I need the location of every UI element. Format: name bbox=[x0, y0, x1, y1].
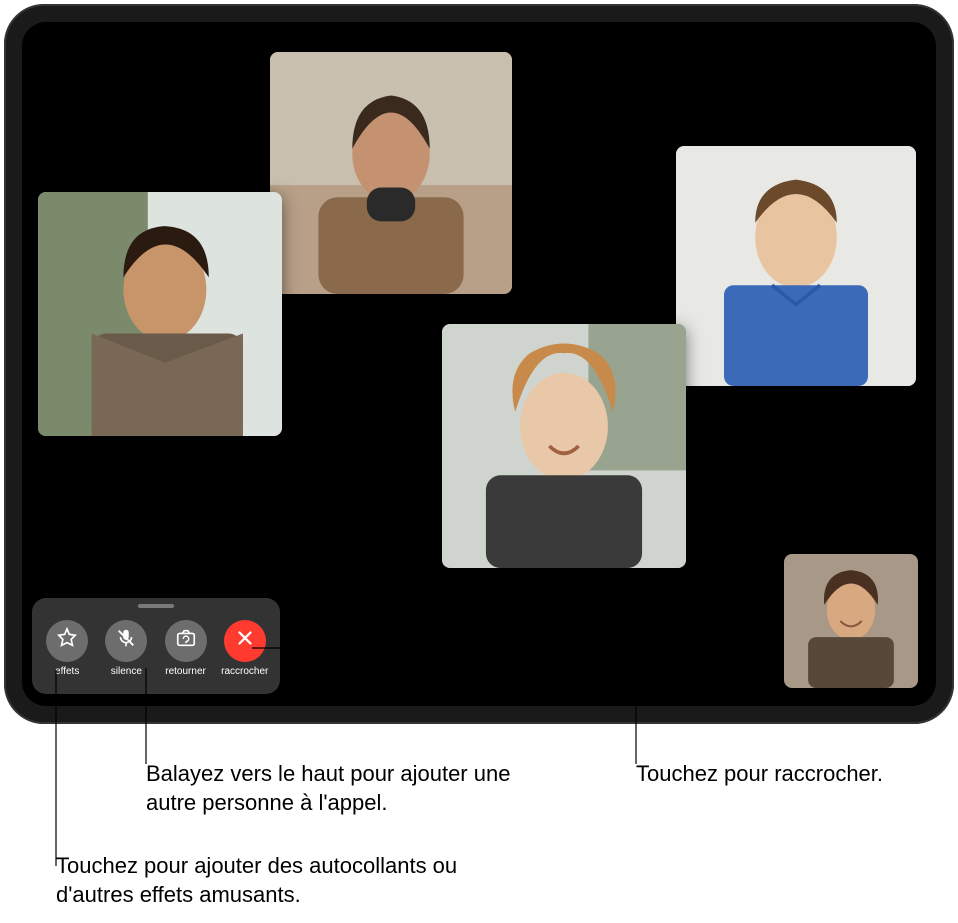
end-label: raccrocher bbox=[221, 666, 268, 677]
end-call-button[interactable] bbox=[224, 620, 266, 662]
callout-end-call: Touchez pour raccrocher. bbox=[636, 760, 883, 789]
effects-button[interactable] bbox=[46, 620, 88, 662]
close-icon bbox=[234, 627, 256, 654]
flip-camera-button[interactable] bbox=[165, 620, 207, 662]
flip-control: retourner bbox=[158, 620, 214, 677]
self-view-tile[interactable] bbox=[784, 554, 918, 688]
mute-button[interactable] bbox=[105, 620, 147, 662]
participant-tile[interactable] bbox=[270, 52, 512, 294]
tablet-frame: effets silence retourner bbox=[4, 4, 954, 724]
participant-tile[interactable] bbox=[442, 324, 686, 568]
end-control: raccrocher bbox=[217, 620, 273, 677]
mute-label: silence bbox=[111, 666, 142, 677]
participant-tile[interactable] bbox=[38, 192, 282, 436]
participant-tile[interactable] bbox=[676, 146, 916, 386]
camera-flip-icon bbox=[175, 627, 197, 654]
microphone-off-icon bbox=[115, 627, 137, 654]
effects-label: effets bbox=[55, 666, 79, 677]
effects-control: effets bbox=[39, 620, 95, 677]
callout-stickers: Touchez pour ajouter des autocollants ou… bbox=[56, 852, 516, 909]
star-icon bbox=[56, 627, 78, 654]
facetime-screen: effets silence retourner bbox=[22, 22, 936, 706]
mute-control: silence bbox=[98, 620, 154, 677]
flip-label: retourner bbox=[165, 666, 206, 677]
callout-swipe-up: Balayez vers le haut pour ajouter une au… bbox=[146, 760, 566, 817]
call-controls-panel[interactable]: effets silence retourner bbox=[32, 598, 280, 694]
